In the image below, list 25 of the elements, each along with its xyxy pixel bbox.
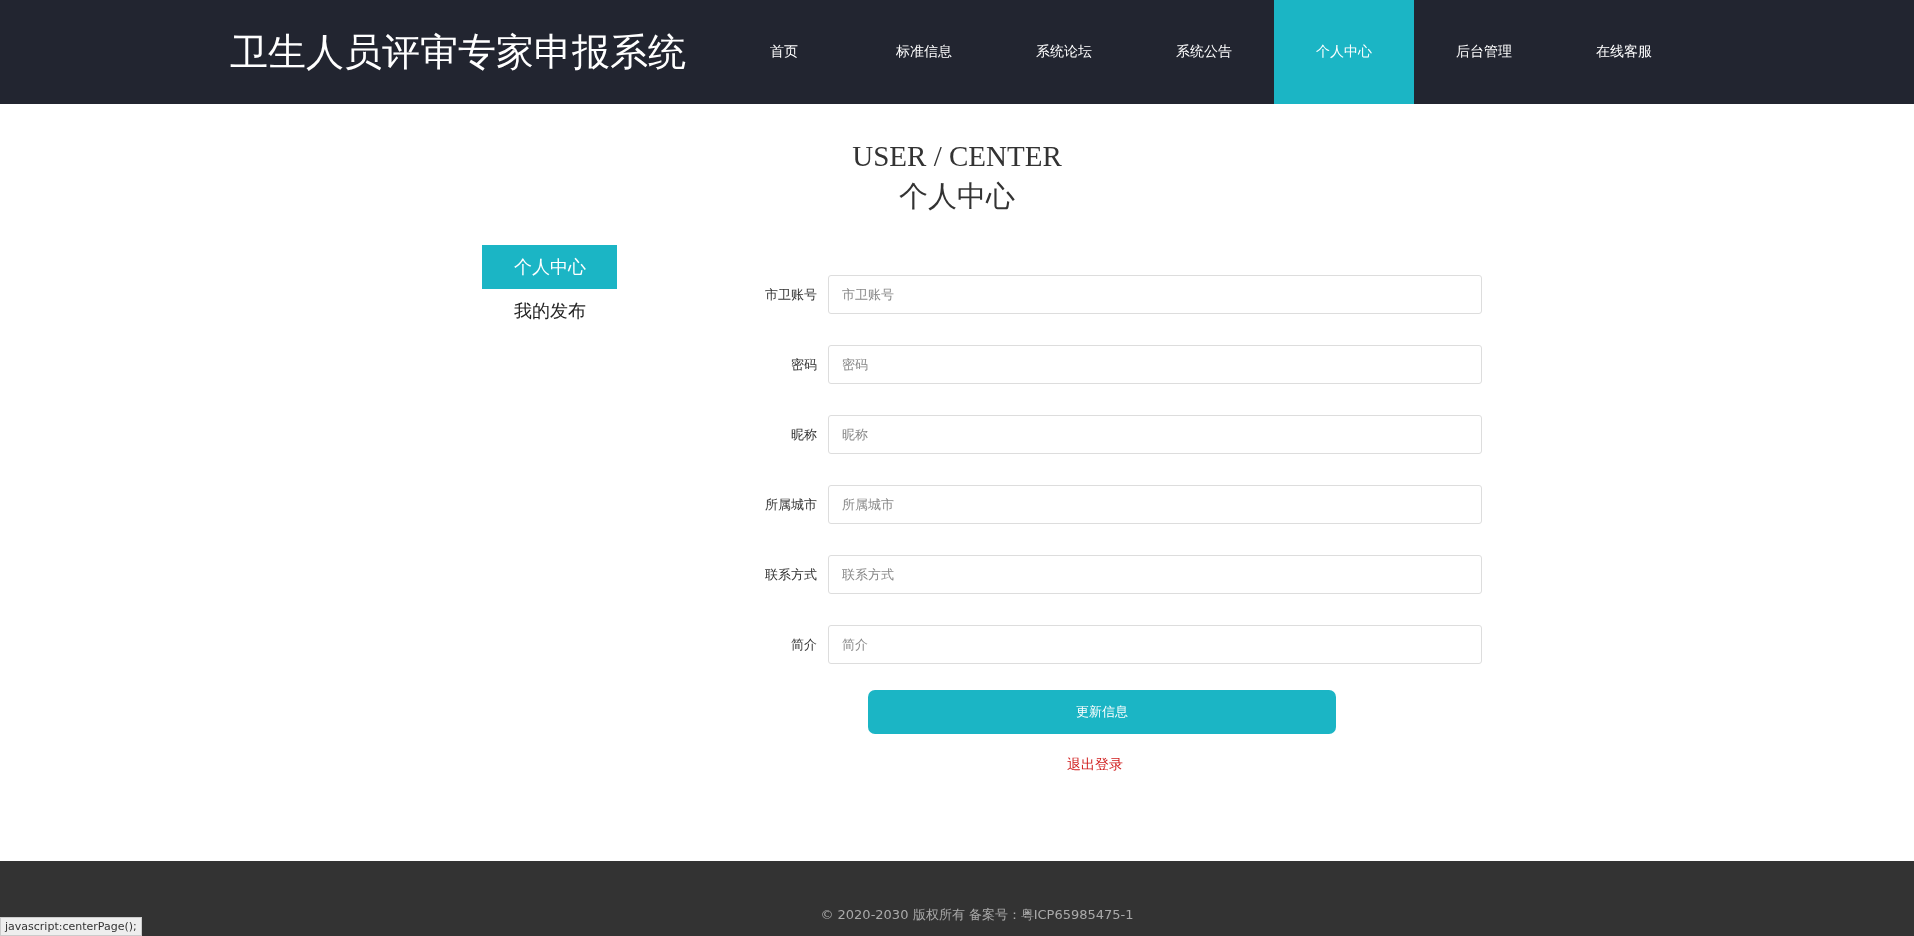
field-label: 所属城市 [764,495,818,514]
logout-link[interactable]: 退出登录 [1067,756,1123,774]
sidebar-item[interactable]: 我的发布 [482,289,617,333]
input-field[interactable]: 简介 [828,625,1482,664]
section-title: USER / CENTER [852,140,1062,173]
nav-link[interactable]: 后台管理 [1414,0,1554,104]
site-title: 卫生人员评审专家申报系统 [230,28,687,76]
nav-link[interactable]: 系统公告 [1134,0,1274,104]
nav-link[interactable]: 标准信息 [854,0,994,104]
field-label: 密码 [790,355,818,374]
input-field[interactable]: 昵称 [828,415,1482,454]
input-field[interactable]: 市卫账号 [828,275,1482,314]
input-field[interactable]: 联系方式 [828,555,1482,594]
nav-link[interactable]: 在线客服 [1554,0,1694,104]
field-label: 简介 [790,635,818,654]
field-label: 昵称 [790,425,818,444]
nav-link[interactable]: 首页 [714,0,854,104]
input-field[interactable]: 密码 [828,345,1482,384]
nav-link[interactable]: 系统论坛 [994,0,1134,104]
copyright-text: © 2020-2030 版权所有 备案号：粤ICP65985475-1 [819,906,1134,924]
input-field[interactable]: 所属城市 [828,485,1482,524]
status-bar: javascript:centerPage(); [0,917,142,936]
field-label: 市卫账号 [764,285,818,304]
section-subtitle: 个人中心 [899,178,1015,215]
field-label: 联系方式 [764,565,818,584]
